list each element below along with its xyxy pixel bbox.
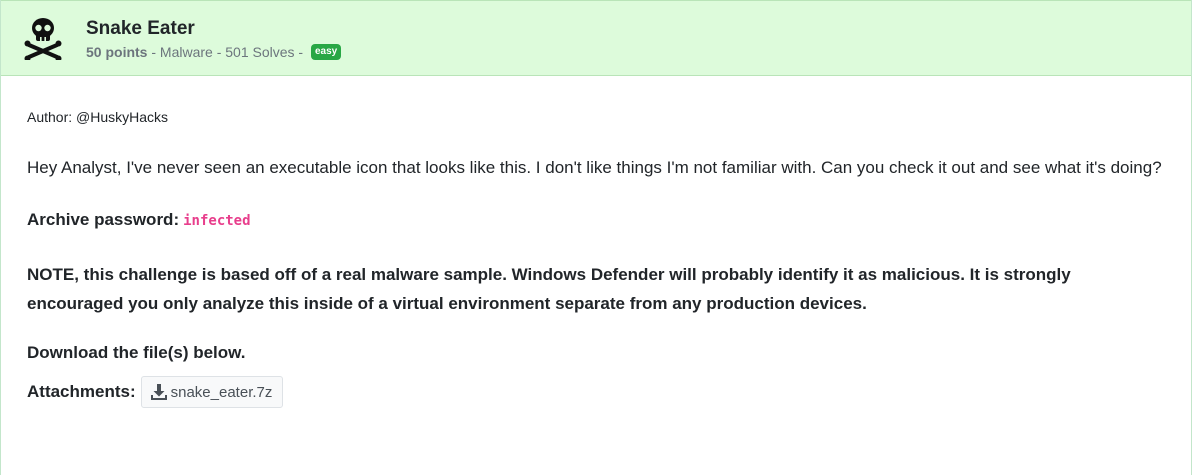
author-line: Author: @HuskyHacks bbox=[27, 109, 169, 125]
difficulty-badge: easy bbox=[310, 43, 342, 60]
challenge-body: Author: @HuskyHacks Hey Analyst, I've ne… bbox=[1, 108, 1191, 408]
archive-password: Archive password: infected bbox=[27, 208, 1165, 233]
attachments-label: Attachments: bbox=[27, 382, 136, 401]
challenge-points: 50 points bbox=[86, 43, 148, 60]
skull-crossbones-icon bbox=[24, 18, 62, 62]
challenge-card: Snake Eater 50 points - Malware - 501 So… bbox=[0, 0, 1192, 475]
challenge-meta: 50 points - Malware - 501 Solves - easy bbox=[86, 43, 342, 61]
download-icon bbox=[150, 384, 167, 400]
challenge-description: Hey Analyst, I've never seen an executab… bbox=[27, 158, 1162, 177]
attachments-row: Attachments: snake_eater.7z bbox=[27, 376, 1165, 408]
challenge-meta-info: - Malware - 501 Solves - bbox=[147, 43, 307, 60]
malware-note: NOTE, this challenge is based off of a r… bbox=[27, 265, 1071, 313]
download-instruction: Download the file(s) below. bbox=[27, 343, 246, 362]
attachment-download-button[interactable]: snake_eater.7z bbox=[140, 376, 284, 408]
challenge-header: Snake Eater 50 points - Malware - 501 So… bbox=[1, 0, 1191, 76]
attachment-filename: snake_eater.7z bbox=[170, 383, 273, 401]
password-label: Archive password: bbox=[27, 210, 180, 229]
title-block: Snake Eater 50 points - Malware - 501 So… bbox=[86, 16, 342, 61]
challenge-title: Snake Eater bbox=[86, 17, 195, 39]
password-value: infected bbox=[183, 213, 251, 229]
